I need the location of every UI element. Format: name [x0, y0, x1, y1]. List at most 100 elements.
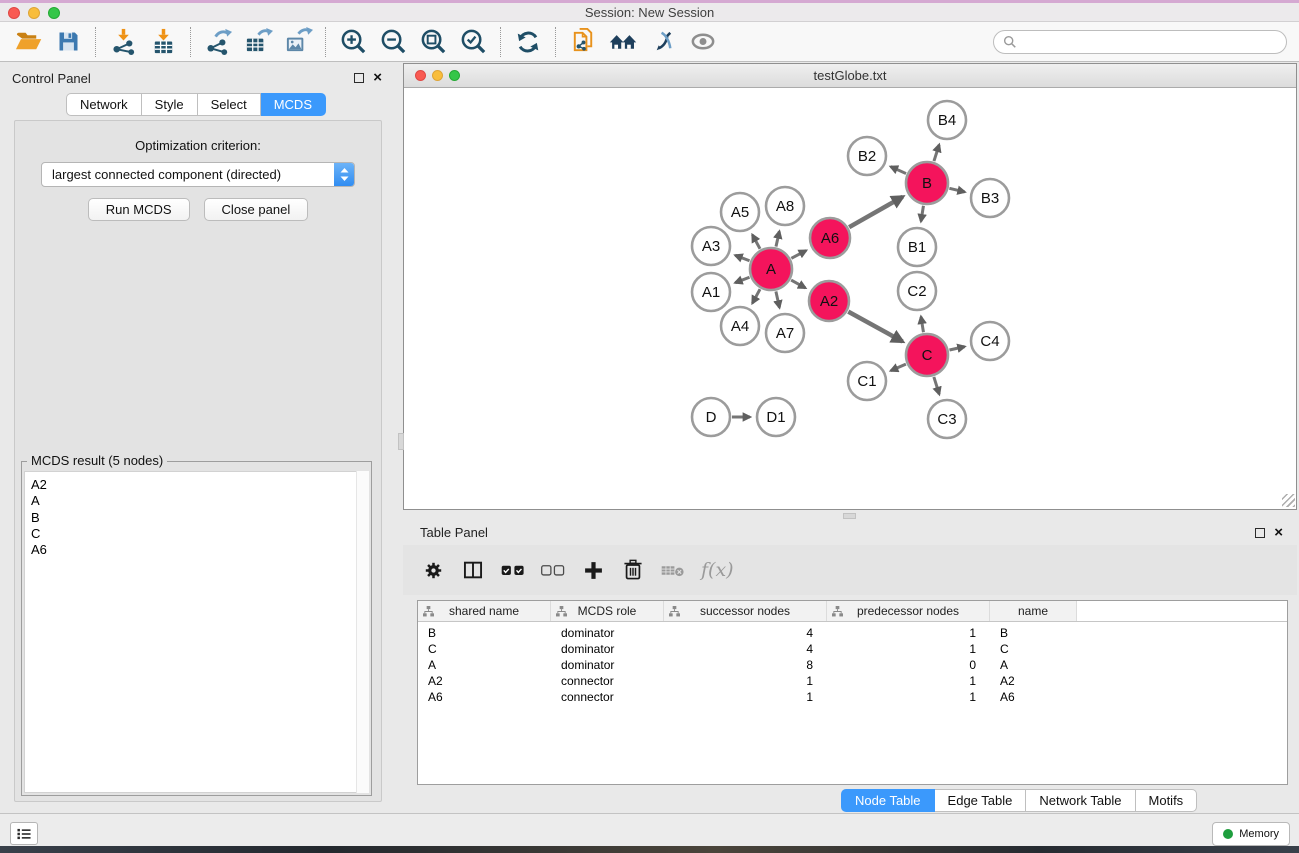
tab-edge-table[interactable]: Edge Table [935, 789, 1027, 812]
table-row[interactable]: A6connector11A6 [418, 689, 1287, 705]
network-window-titlebar[interactable]: testGlobe.txt [404, 64, 1296, 88]
search-field[interactable] [993, 30, 1287, 54]
mcds-result-item[interactable]: A2 [31, 477, 368, 493]
graph-node-C[interactable]: C [906, 334, 948, 376]
mcds-result-item[interactable]: A [31, 493, 368, 509]
select-all-columns-icon[interactable] [501, 558, 525, 582]
tab-node-table[interactable]: Node Table [841, 789, 935, 812]
import-table-icon[interactable] [143, 25, 183, 59]
column-header-mcds-role[interactable]: MCDS role [551, 601, 664, 621]
result-scrollbar[interactable] [356, 471, 369, 793]
graph-edge-C-C2[interactable] [921, 317, 923, 333]
table-row[interactable]: A2connector11A2 [418, 673, 1287, 689]
mcds-result-item[interactable]: A6 [31, 542, 368, 558]
search-input[interactable] [1023, 35, 1277, 49]
table-row[interactable]: Adominator80A [418, 657, 1287, 673]
column-header-shared-name[interactable]: shared name [418, 601, 551, 621]
tab-network-table[interactable]: Network Table [1026, 789, 1135, 812]
split-columns-icon[interactable] [461, 558, 485, 582]
graph-edge-A-A3[interactable] [735, 255, 749, 260]
horizontal-splitter-handle[interactable] [843, 513, 856, 519]
network-canvas[interactable]: AA1A3A5A8A4A7A6A2BB1B2B3B4CC1C2C3C4DD1 [404, 88, 1296, 508]
graph-node-A1[interactable]: A1 [692, 273, 730, 311]
graph-edge-B-B2[interactable] [891, 167, 906, 174]
column-header-name[interactable]: name [990, 601, 1077, 621]
graph-edge-A-A5[interactable] [752, 235, 760, 249]
tab-motifs[interactable]: Motifs [1136, 789, 1198, 812]
refresh-view-icon[interactable] [508, 25, 548, 59]
graph-edge-A-A7[interactable] [776, 291, 780, 307]
hide-labels-icon[interactable] [643, 25, 683, 59]
open-file-icon[interactable] [8, 25, 48, 59]
deselect-all-columns-icon[interactable] [541, 558, 565, 582]
table-row[interactable]: Cdominator41C [418, 641, 1287, 657]
graph-node-A7[interactable]: A7 [766, 314, 804, 352]
graph-node-D1[interactable]: D1 [757, 398, 795, 436]
graph-edge-A-A1[interactable] [735, 277, 749, 282]
network-minimize-icon[interactable] [432, 70, 443, 81]
save-session-icon[interactable] [48, 25, 88, 59]
vertical-splitter-handle[interactable] [398, 433, 404, 450]
graph-edge-B-B3[interactable] [949, 188, 964, 192]
close-window-icon[interactable] [8, 7, 20, 19]
graph-edge-A-A4[interactable] [752, 289, 760, 303]
add-column-icon[interactable] [581, 558, 605, 582]
graph-node-A5[interactable]: A5 [721, 193, 759, 231]
mcds-result-item[interactable]: B [31, 510, 368, 526]
graph-node-B4[interactable]: B4 [928, 101, 966, 139]
graph-edge-C-C1[interactable] [891, 364, 906, 371]
graph-edge-B-B1[interactable] [921, 206, 923, 222]
table-row[interactable]: Bdominator41B [418, 625, 1287, 641]
graph-edge-A-A6[interactable] [791, 251, 806, 259]
graph-node-C2[interactable]: C2 [898, 272, 936, 310]
maximize-window-icon[interactable] [48, 7, 60, 19]
graph-node-A4[interactable]: A4 [721, 307, 759, 345]
close-panel-icon[interactable]: × [373, 73, 382, 83]
export-image-icon[interactable] [278, 25, 318, 59]
homes-icon[interactable] [603, 25, 643, 59]
delete-column-icon[interactable] [621, 558, 645, 582]
import-network-icon[interactable] [103, 25, 143, 59]
mcds-result-item[interactable]: C [31, 526, 368, 542]
window-resize-grip[interactable] [1282, 494, 1295, 507]
zoom-in-icon[interactable] [333, 25, 373, 59]
tab-select[interactable]: Select [198, 93, 261, 116]
export-network-icon[interactable] [198, 25, 238, 59]
graph-edge-A-A2[interactable] [791, 280, 805, 288]
network-close-icon[interactable] [415, 70, 426, 81]
graph-node-B1[interactable]: B1 [898, 228, 936, 266]
tab-network[interactable]: Network [66, 93, 142, 116]
eye-icon[interactable] [683, 25, 723, 59]
graph-node-A[interactable]: A [750, 248, 792, 290]
graph-node-A8[interactable]: A8 [766, 187, 804, 225]
table-settings-gear-icon[interactable] [421, 558, 445, 582]
memory-button[interactable]: Memory [1212, 822, 1290, 846]
column-header-predecessor-nodes[interactable]: predecessor nodes [827, 601, 990, 621]
float-panel-icon[interactable] [354, 73, 364, 83]
graph-node-B2[interactable]: B2 [848, 137, 886, 175]
graph-edge-C-C4[interactable] [949, 347, 964, 350]
tab-mcds[interactable]: MCDS [261, 93, 326, 116]
graph-node-B3[interactable]: B3 [971, 179, 1009, 217]
graph-node-A2[interactable]: A2 [809, 281, 849, 321]
mcds-result-list[interactable]: A2ABCA6 [24, 471, 369, 793]
tab-style[interactable]: Style [142, 93, 198, 116]
graph-node-A6[interactable]: A6 [810, 218, 850, 258]
graph-node-B[interactable]: B [906, 162, 948, 204]
minimize-window-icon[interactable] [28, 7, 40, 19]
new-network-from-selection-icon[interactable] [563, 25, 603, 59]
graph-node-C1[interactable]: C1 [848, 362, 886, 400]
zoom-fit-icon[interactable] [413, 25, 453, 59]
column-header-successor-nodes[interactable]: successor nodes [664, 601, 827, 621]
graph-node-D[interactable]: D [692, 398, 730, 436]
zoom-out-icon[interactable] [373, 25, 413, 59]
graph-edge-A2-C[interactable] [848, 312, 902, 342]
export-table-icon[interactable] [238, 25, 278, 59]
criterion-dropdown[interactable]: largest connected component (directed) [41, 162, 355, 187]
graph-node-C3[interactable]: C3 [928, 400, 966, 438]
graph-edge-A-A8[interactable] [776, 231, 779, 246]
close-panel-button[interactable]: Close panel [204, 198, 309, 221]
graph-edge-A6-B[interactable] [849, 197, 903, 227]
network-maximize-icon[interactable] [449, 70, 460, 81]
close-table-panel-icon[interactable]: × [1274, 528, 1283, 538]
